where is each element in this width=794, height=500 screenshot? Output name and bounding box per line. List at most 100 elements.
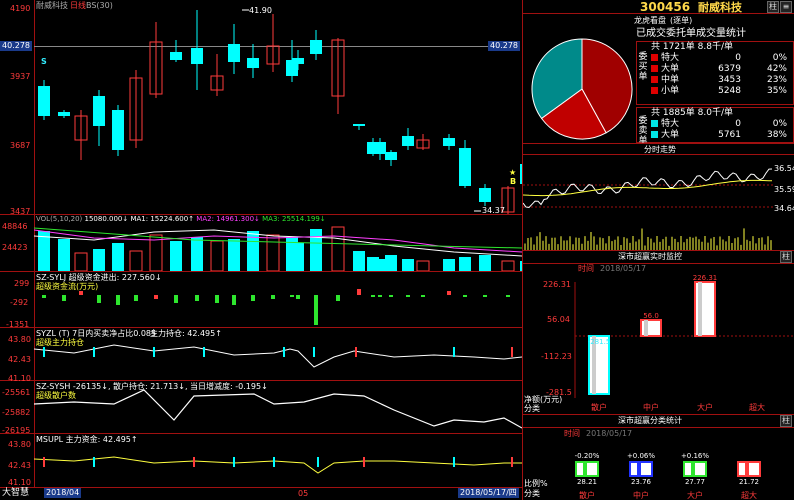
candle-body: [459, 148, 471, 186]
date-right[interactable]: 2018/05/17/四: [458, 488, 519, 498]
stats-value: 27.77: [685, 478, 705, 486]
capital-bar: [314, 295, 318, 325]
minute-title: 分时走势: [644, 145, 676, 154]
capital-chart[interactable]: [34, 271, 522, 327]
sell-side-label: 委卖单: [637, 116, 649, 146]
sell-row: 大单 5761 38%: [651, 130, 791, 141]
stats-top-label: -0.20%: [575, 452, 600, 460]
realtime-title: 深市超赢实时监控: [618, 252, 682, 261]
price-axis-2: 3937: [10, 72, 31, 81]
candle-body: [191, 48, 203, 64]
stats-category: 超大: [741, 490, 757, 500]
realtime-category: 中户: [643, 402, 659, 412]
fund-axis-2: 42.43: [8, 461, 31, 470]
fund-axis-1: 43.80: [8, 440, 31, 449]
capital-bar: [378, 295, 382, 297]
sell-side-text: 委卖单: [638, 116, 648, 146]
buy-name: 特大: [661, 53, 680, 63]
stats-top-label: +0.16%: [681, 452, 709, 460]
stock-code: 300456: [640, 0, 691, 14]
candle-body: [310, 40, 322, 54]
candle-body: [58, 112, 70, 116]
buy-header: 共 1721单 8.8千/单: [651, 42, 733, 52]
volume-bar: [385, 255, 397, 271]
fund-chart[interactable]: [34, 433, 522, 487]
buy-pct: 0%: [772, 53, 787, 63]
legend-swatch: [651, 131, 658, 138]
buy-row: 中单 3453 23%: [651, 75, 791, 86]
buy-qty: 6379: [718, 64, 741, 74]
volume-bar: [501, 260, 515, 271]
candle-body: [112, 110, 124, 150]
dragon-desc: 已成交委托单成交量统计: [636, 28, 746, 39]
sell-qty: 0: [735, 119, 741, 129]
realtime-bar-shade: [644, 320, 648, 336]
buy-row: 特大 0 0%: [651, 53, 791, 64]
stats-top-label: +0.06%: [627, 452, 655, 460]
sell-pct: 38%: [766, 130, 787, 140]
sell-qty: 5761: [718, 130, 741, 140]
price-axis-3: 3687: [10, 141, 31, 150]
volume-bar: [292, 243, 304, 271]
capital-bar: [271, 295, 275, 299]
stats-bar-stripe: [745, 462, 749, 476]
realtime-bar-label: 56.0: [643, 312, 659, 320]
capital-bar: [483, 295, 487, 297]
price-axis-4: 3437: [10, 207, 31, 216]
legend-swatch: [651, 120, 658, 127]
date-left[interactable]: 2018/04: [44, 488, 82, 498]
volume-chart[interactable]: [34, 214, 522, 271]
sell-row: 特大 0 0%: [651, 119, 791, 130]
stats-value: 28.21: [577, 478, 597, 486]
stats-bar-chart[interactable]: -0.20% 28.21 散户 +0.06% 23.76 中户 +0.16% 27.77 大户 2…: [523, 428, 794, 500]
minute-chart[interactable]: [523, 155, 773, 250]
volume-bar: [416, 260, 430, 271]
bar-toggle-button[interactable]: 柱: [767, 1, 779, 13]
legend-swatch: [651, 65, 658, 72]
capital-bar: [62, 295, 66, 301]
buy-pct: 23%: [766, 75, 787, 85]
capital-bar: [389, 295, 393, 297]
stats-category: 中户: [633, 490, 649, 500]
stats-value: 23.76: [631, 478, 652, 486]
realtime-button[interactable]: 柱: [780, 251, 792, 263]
stats-top-border: [523, 414, 794, 415]
brand-label: 大智慧: [2, 488, 30, 498]
menu-button[interactable]: ≡: [780, 1, 792, 13]
candlestick-chart[interactable]: [34, 0, 522, 214]
signal-s: S: [41, 57, 47, 66]
sell-header: 共 1885单 8.0千/单: [651, 108, 733, 118]
buy-qty: 0: [735, 53, 741, 63]
capital-bar: [251, 295, 255, 301]
crosshair-price-left: 40.278: [0, 41, 32, 51]
buy-name: 大单: [661, 64, 680, 74]
realtime-bar-chart[interactable]: -281.5 56.0 226.31 散户 中户 大户 超大: [523, 264, 794, 414]
retail-axis-2: -25882: [2, 408, 31, 417]
candle-body: [228, 44, 240, 62]
capital-bar: [463, 295, 467, 297]
retail-chart[interactable]: [34, 380, 522, 433]
volume-bar: [228, 239, 240, 271]
buy-side-label: 委买单: [637, 52, 649, 82]
stats-button[interactable]: 柱: [780, 415, 792, 427]
capital-bar: [79, 291, 83, 295]
capital-bar: [296, 295, 300, 299]
sell-pct: 0%: [772, 119, 787, 129]
capital-bar: [371, 295, 375, 297]
price-axis-1: 4190: [10, 4, 31, 13]
ratio-line: [34, 344, 522, 368]
buy-qty: 5248: [718, 86, 741, 96]
buy-qty: 3453: [718, 75, 741, 85]
capital-bar: [232, 295, 236, 305]
buy-row: 小单 5248 35%: [651, 86, 791, 97]
ratio-chart[interactable]: [34, 327, 522, 380]
minute-axis-1: 36.54: [774, 164, 794, 173]
volume-bar: [74, 252, 88, 271]
stats-category: 散户: [579, 490, 595, 500]
candle-body: [385, 152, 397, 160]
signal-b: B: [510, 177, 517, 186]
candle-body: [520, 164, 522, 184]
order-pie-chart: [531, 38, 633, 140]
capital-bar: [421, 295, 425, 297]
dragon-mode[interactable]: (逐单): [670, 16, 692, 25]
